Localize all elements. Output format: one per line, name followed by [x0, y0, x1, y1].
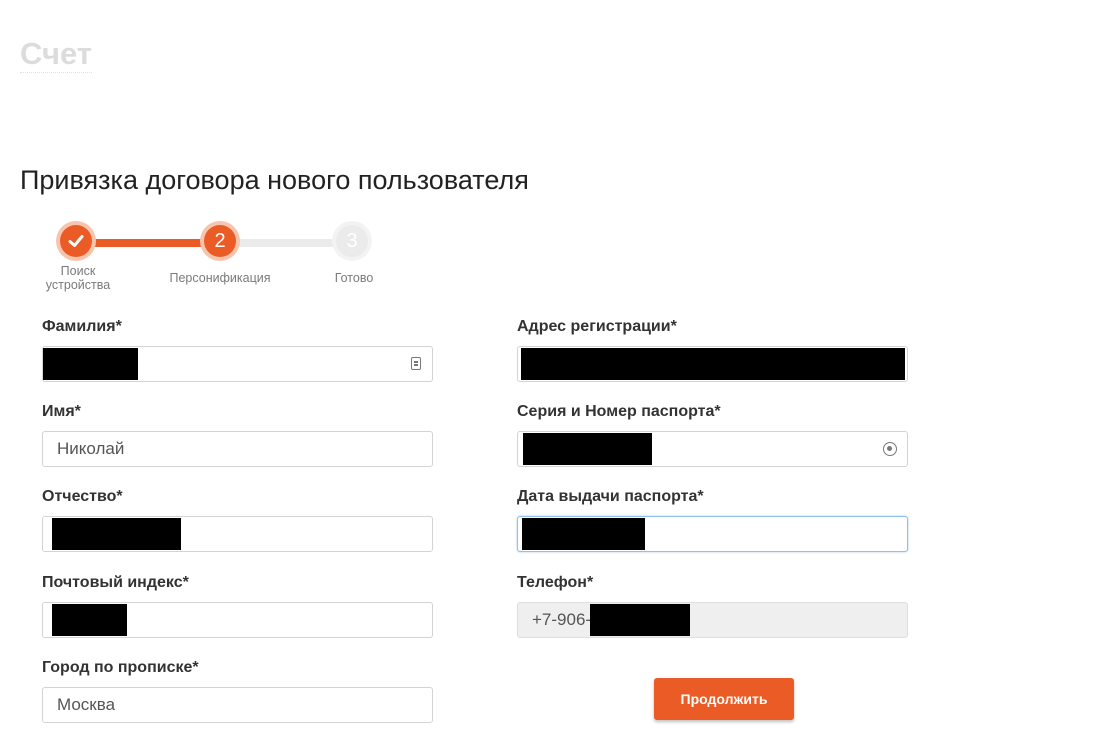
redacted-block [52, 604, 127, 636]
step-3-circle: 3 [336, 225, 368, 257]
step-3-label: Готово [334, 271, 374, 285]
first-name-label: Имя* [42, 403, 81, 420]
postal-code-field[interactable] [42, 602, 433, 638]
first-name-input[interactable] [43, 432, 432, 466]
location-pin-icon[interactable] [883, 442, 897, 456]
continue-button[interactable]: Продолжить [654, 678, 794, 720]
progress-stepper: 2 3 Поиск устройства Персонификация Гото… [40, 222, 400, 302]
redacted-block [43, 348, 138, 380]
postal-code-label: Почтовый индекс* [42, 574, 189, 591]
stepper-track-fill [76, 239, 220, 247]
city-input[interactable] [43, 688, 432, 722]
contact-card-icon[interactable] [411, 357, 421, 370]
phone-field [517, 602, 908, 638]
phone-input [518, 603, 907, 637]
redacted-block [52, 518, 181, 550]
last-name-label: Фамилия* [42, 318, 122, 335]
patronymic-label: Отчество* [42, 488, 123, 505]
first-name-field[interactable] [42, 431, 433, 467]
redacted-block [523, 433, 652, 465]
redacted-block [522, 518, 645, 550]
redacted-block [590, 604, 690, 636]
form-title: Привязка договора нового пользователя [20, 165, 529, 195]
last-name-field[interactable] [42, 346, 433, 382]
page-heading[interactable]: Счет [20, 36, 92, 73]
step-1-circle [60, 225, 92, 257]
passport-number-label: Серия и Номер паспорта* [517, 403, 721, 420]
phone-label: Телефон* [517, 574, 594, 591]
step-2-circle: 2 [204, 225, 236, 257]
step-1-label: Поиск устройства [45, 264, 111, 292]
city-field[interactable] [42, 687, 433, 723]
address-label: Адрес регистрации* [517, 318, 677, 335]
passport-date-label: Дата выдачи паспорта* [517, 488, 704, 505]
checkmark-icon [68, 235, 84, 247]
patronymic-field[interactable] [42, 516, 433, 552]
passport-number-field[interactable] [517, 431, 908, 467]
passport-date-field[interactable] [517, 516, 908, 552]
city-label: Город по прописке* [42, 659, 199, 676]
redacted-block [521, 348, 905, 380]
step-2-label: Персонификация [169, 271, 271, 285]
address-field[interactable] [517, 346, 908, 382]
